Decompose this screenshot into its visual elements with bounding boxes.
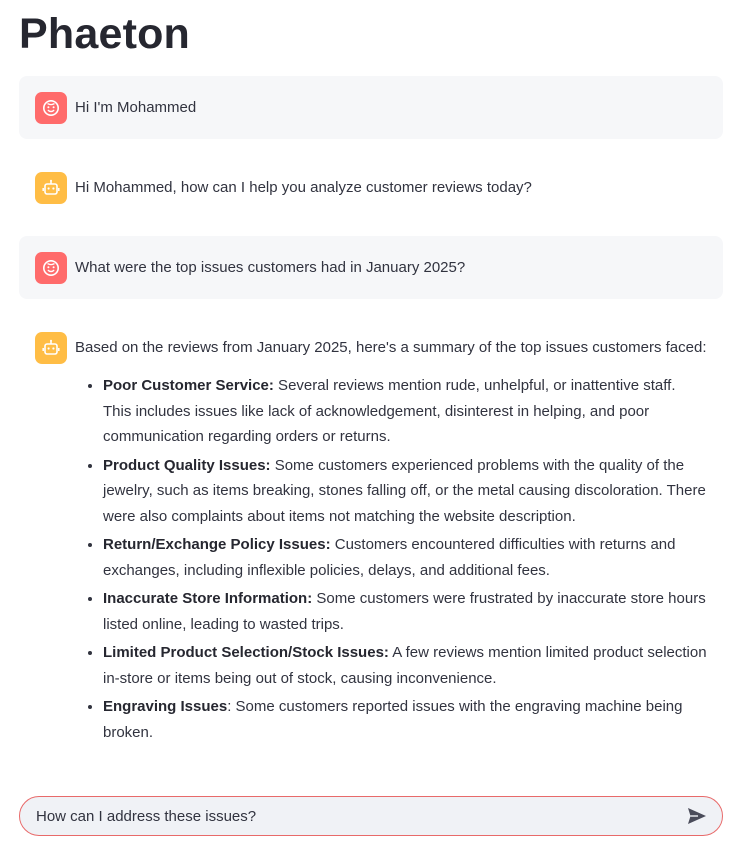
- message-text: Based on the reviews from January 2025, …: [75, 332, 707, 748]
- send-arrow-icon: [688, 808, 706, 824]
- issue-title: Inaccurate Store Information:: [103, 590, 313, 607]
- message-text: Hi I'm Mohammed: [75, 99, 197, 116]
- chat-message-user: Hi I'm Mohammed: [19, 76, 723, 139]
- face-icon: [43, 260, 59, 276]
- assistant-avatar: [35, 332, 67, 364]
- chat-page: Phaeton Hi I'm Mohammed Hi Mohammed, how…: [0, 0, 751, 858]
- message-text: Hi Mohammed, how can I help you analyze …: [75, 179, 532, 196]
- list-item: Return/Exchange Policy Issues: Customers…: [103, 532, 707, 583]
- summary-intro: Based on the reviews from January 2025, …: [75, 339, 707, 356]
- chat-input-text[interactable]: How can I address these issues?: [36, 808, 684, 825]
- issue-title: Product Quality Issues:: [103, 456, 271, 474]
- page-title: Phaeton: [19, 10, 191, 58]
- issue-list: Poor Customer Service: Several reviews m…: [75, 373, 707, 745]
- list-item: Inaccurate Store Information: Some custo…: [103, 586, 707, 637]
- list-item: Poor Customer Service: Several reviews m…: [103, 373, 707, 450]
- issue-title: Return/Exchange Policy Issues:: [103, 536, 331, 553]
- chat-message-user: What were the top issues customers had i…: [19, 236, 723, 299]
- issue-title: Engraving Issues: [103, 698, 228, 715]
- list-item: Product Quality Issues: Some customers e…: [103, 453, 707, 530]
- list-item: Engraving Issues: Some customers reporte…: [103, 694, 707, 745]
- assistant-avatar: [35, 172, 67, 204]
- list-item: Limited Product Selection/Stock Issues: …: [103, 640, 707, 691]
- chat-message-assistant: Hi Mohammed, how can I help you analyze …: [19, 156, 723, 219]
- issue-title: Poor Customer Service:: [103, 377, 274, 394]
- robot-icon: [42, 179, 60, 195]
- message-text: What were the top issues customers had i…: [75, 259, 466, 276]
- issue-title: Limited Product Selection/Stock Issues:: [103, 644, 389, 661]
- user-avatar: [35, 252, 67, 284]
- face-icon: [43, 100, 59, 116]
- robot-icon: [42, 339, 60, 355]
- chat-message-assistant: Based on the reviews from January 2025, …: [19, 316, 723, 764]
- user-avatar: [35, 92, 67, 124]
- send-button[interactable]: [684, 803, 710, 829]
- chat-input[interactable]: How can I address these issues?: [19, 796, 723, 836]
